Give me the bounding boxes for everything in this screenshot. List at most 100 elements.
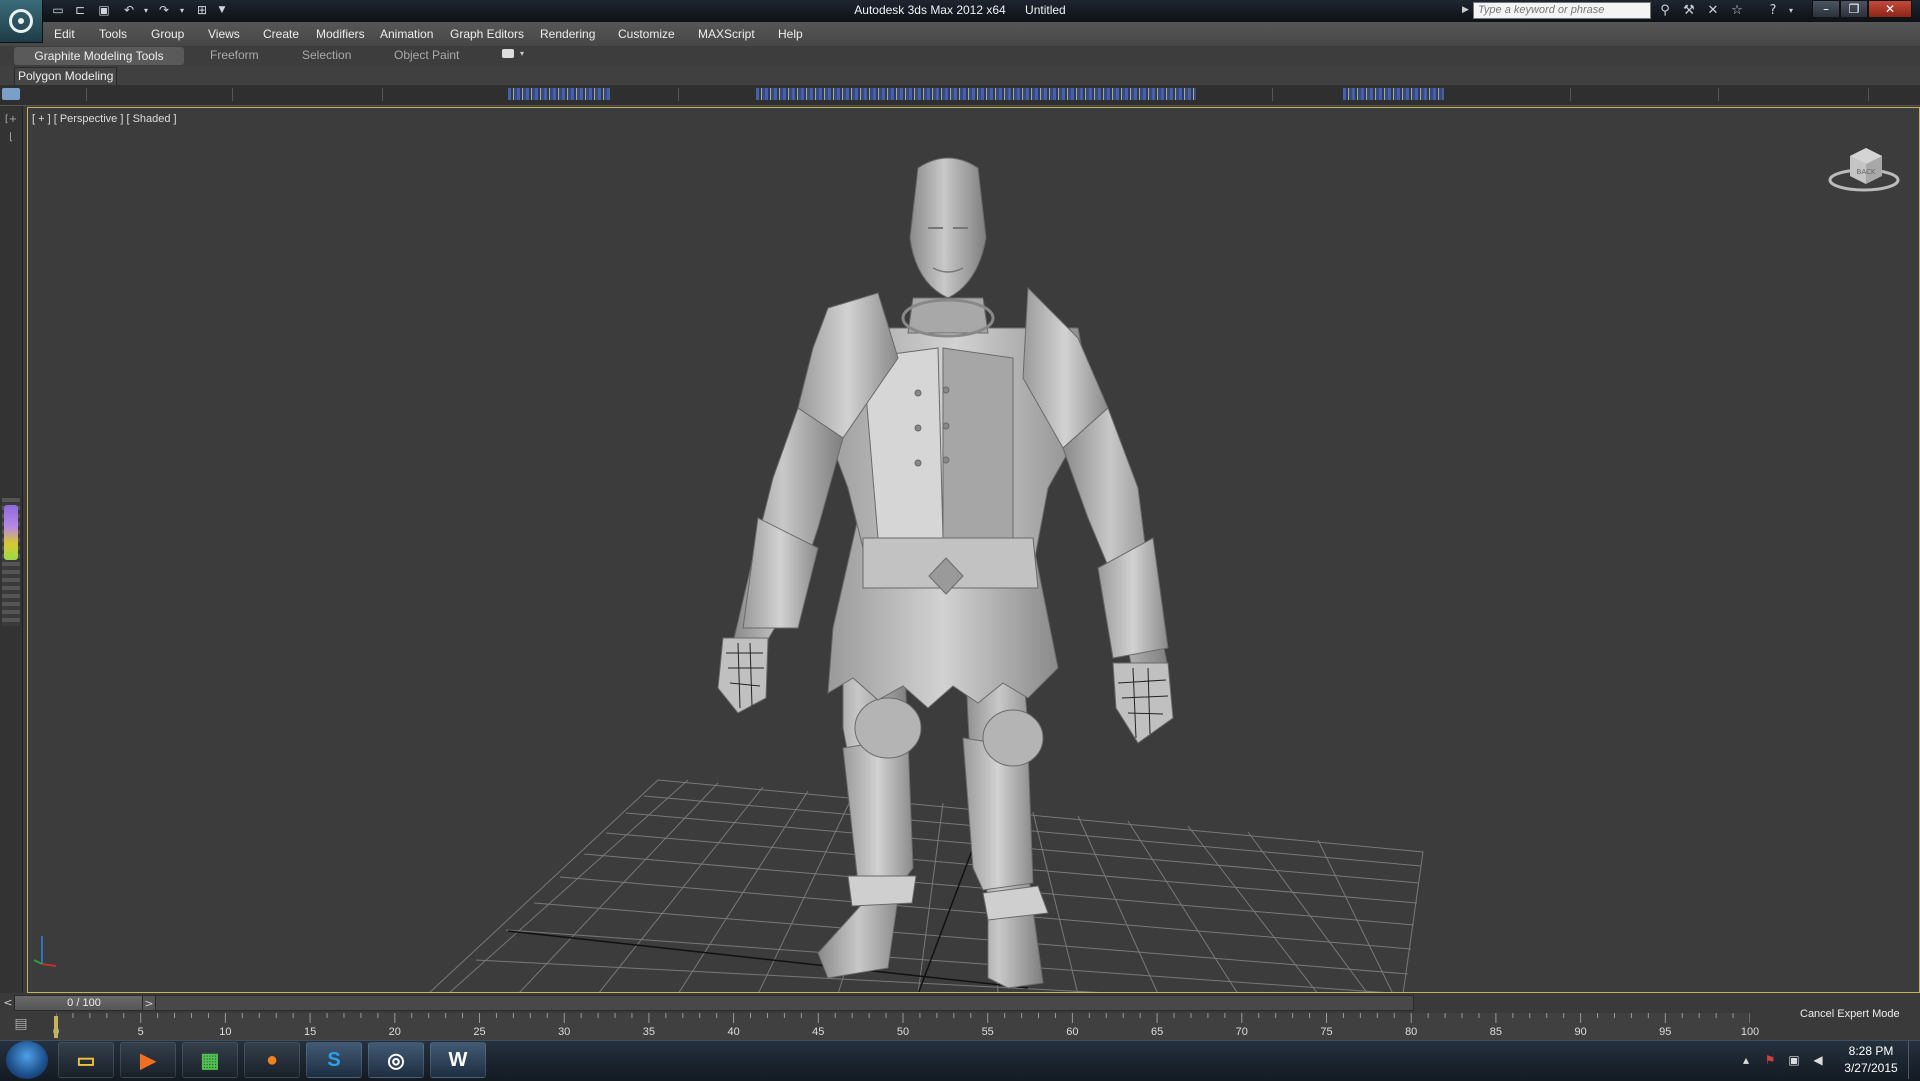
help-dropdown-icon[interactable]: ▾ bbox=[1782, 3, 1800, 19]
track-bar-tick-label: 55 bbox=[981, 1026, 994, 1038]
clock-date[interactable]: 3/27/2015 bbox=[1836, 1061, 1906, 1075]
toolbar-handle-icon[interactable] bbox=[2, 88, 20, 100]
track-bar-tick-label: 5 bbox=[137, 1026, 144, 1038]
action-center-flag-icon[interactable]: ⚑ bbox=[1762, 1052, 1778, 1068]
task-word-icon[interactable]: W bbox=[430, 1042, 486, 1078]
toolbar-divider bbox=[1718, 88, 1719, 101]
time-slider-thumb[interactable]: 0 / 100 bbox=[14, 995, 154, 1011]
3ds-max-logo-icon bbox=[9, 9, 33, 33]
network-icon[interactable]: ▣ bbox=[1786, 1052, 1802, 1068]
track-bar-tick-label: 20 bbox=[388, 1026, 401, 1038]
menu-maxscript[interactable]: MAXScript bbox=[698, 27, 755, 41]
time-slider-prev-button[interactable]: < bbox=[2, 995, 14, 1011]
task-media-player-icon[interactable]: ▶ bbox=[120, 1042, 176, 1078]
track-bar-tick-label: 65 bbox=[1150, 1026, 1164, 1038]
current-frame-marker[interactable] bbox=[54, 1016, 58, 1038]
viewport-menu-icon[interactable]: [+ bbox=[3, 114, 19, 128]
track-bar-tick-label: 50 bbox=[896, 1026, 910, 1038]
menu-views[interactable]: Views bbox=[208, 27, 240, 41]
toolbar-divider bbox=[1868, 88, 1869, 101]
menu-create[interactable]: Create bbox=[263, 27, 299, 41]
track-bar-tick-label: 60 bbox=[1066, 1026, 1079, 1038]
track-bar-tick-label: 10 bbox=[219, 1026, 232, 1038]
character-icon[interactable] bbox=[4, 505, 18, 560]
toolbar-button-group[interactable] bbox=[508, 88, 610, 100]
viewport-scene bbox=[429, 157, 1424, 992]
menu-graph-editors[interactable]: Graph Editors bbox=[450, 27, 524, 41]
app-title: Autodesk 3ds Max 2012 x64 bbox=[854, 3, 1006, 17]
track-bar-tick-label: 85 bbox=[1489, 1026, 1503, 1038]
viewport-label-menu[interactable]: [ + ] [ Perspective ] [ Shaded ] bbox=[32, 113, 177, 125]
task-3ds-max-icon[interactable]: ◎ bbox=[368, 1042, 424, 1078]
track-bar-tick-label: 15 bbox=[303, 1026, 317, 1038]
tab-graphite-modeling-tools[interactable]: Graphite Modeling Tools bbox=[14, 47, 184, 65]
favorites-star-icon[interactable]: ☆ bbox=[1728, 3, 1746, 19]
menu-modifiers[interactable]: Modifiers bbox=[316, 27, 365, 41]
track-bar-tick-label: 30 bbox=[558, 1026, 571, 1038]
menu-tools[interactable]: Tools bbox=[99, 27, 127, 41]
tab-freeform[interactable]: Freeform bbox=[210, 48, 259, 62]
track-bar-tick-label: 75 bbox=[1320, 1026, 1333, 1038]
menu-customize[interactable]: Customize bbox=[618, 27, 675, 41]
document-title: Untitled bbox=[1025, 3, 1066, 17]
toolbar-divider bbox=[86, 88, 87, 101]
track-bar-tick-label: 100 bbox=[1740, 1026, 1760, 1038]
ribbon-dropdown-icon[interactable]: ▾ bbox=[520, 49, 524, 58]
start-button[interactable] bbox=[6, 1041, 48, 1079]
polygon-modeling-panel[interactable]: Polygon Modeling bbox=[14, 67, 118, 86]
toolbar-divider bbox=[1272, 88, 1273, 101]
menu-animation[interactable]: Animation bbox=[380, 27, 433, 41]
task-firefox-icon[interactable]: ● bbox=[244, 1042, 300, 1078]
viewport-layout-icon[interactable]: ⌊ bbox=[3, 132, 19, 146]
task-skype-icon[interactable]: S bbox=[306, 1042, 362, 1078]
toolbar-divider bbox=[382, 88, 383, 101]
track-bar-tick-label: 95 bbox=[1659, 1026, 1672, 1038]
clock-time[interactable]: 8:28 PM bbox=[1836, 1044, 1906, 1058]
minimize-window-button[interactable]: – bbox=[1812, 0, 1840, 18]
binoculars-search-icon[interactable]: ⚲ bbox=[1656, 3, 1674, 19]
track-bar-tick-label: 40 bbox=[727, 1026, 740, 1038]
open-mini-curve-editor-icon[interactable]: ▤ bbox=[10, 1016, 32, 1036]
track-bar-tick-label: 35 bbox=[642, 1026, 656, 1038]
toolbar-button-group[interactable] bbox=[756, 88, 1196, 100]
show-desktop-button[interactable] bbox=[1908, 1041, 1920, 1079]
communication-center-icon[interactable]: ✕ bbox=[1704, 3, 1722, 19]
toolbar-divider bbox=[1570, 88, 1571, 101]
toolbar-button-group[interactable] bbox=[1343, 88, 1444, 100]
axis-tripod-icon bbox=[33, 936, 57, 967]
perspective-viewport[interactable] bbox=[27, 107, 1920, 993]
menu-edit[interactable]: Edit bbox=[54, 27, 75, 41]
track-bar-tick-label: 80 bbox=[1405, 1026, 1418, 1038]
toolbar-divider bbox=[678, 88, 679, 101]
infocenter-search-input[interactable]: Type a keyword or phrase bbox=[1473, 2, 1651, 19]
track-bar-tick-label: 25 bbox=[473, 1026, 486, 1038]
armored-character-model bbox=[717, 157, 1174, 989]
toolbar-divider bbox=[232, 88, 233, 101]
maximize-window-button[interactable]: ❐ bbox=[1840, 0, 1868, 18]
ribbon-tab-bar bbox=[0, 46, 1920, 66]
viewcube-face-label: BACK bbox=[1857, 168, 1876, 176]
search-expand-icon[interactable]: ▶ bbox=[1462, 5, 1469, 15]
ribbon-minimize-icon[interactable] bbox=[502, 49, 514, 58]
viewcube[interactable]: BACK bbox=[1826, 138, 1906, 198]
ribbon-panel bbox=[0, 66, 1920, 85]
tab-object-paint[interactable]: Object Paint bbox=[394, 48, 459, 62]
show-hidden-icons-icon[interactable]: ▴ bbox=[1738, 1052, 1754, 1068]
task-explorer-icon[interactable]: ▭ bbox=[58, 1042, 114, 1078]
cancel-expert-mode-button[interactable]: Cancel Expert Mode bbox=[1800, 1008, 1900, 1020]
subscription-center-icon[interactable]: ⚒ bbox=[1680, 3, 1698, 19]
close-window-button[interactable]: ✕ bbox=[1868, 0, 1912, 18]
time-slider-next-button[interactable]: > bbox=[142, 995, 156, 1011]
menu-rendering[interactable]: Rendering bbox=[540, 27, 595, 41]
time-slider-track[interactable] bbox=[14, 995, 1414, 1011]
task-manager-icon[interactable]: ▦ bbox=[182, 1042, 238, 1078]
track-bar-tick-label: 70 bbox=[1235, 1026, 1248, 1038]
menu-help[interactable]: Help bbox=[778, 27, 803, 41]
home-grid bbox=[429, 779, 1424, 992]
menu-group[interactable]: Group bbox=[151, 27, 184, 41]
volume-icon[interactable]: ◀ bbox=[1810, 1052, 1826, 1068]
application-menu-button[interactable] bbox=[0, 0, 43, 43]
track-bar-tick-label: 90 bbox=[1574, 1026, 1587, 1038]
tab-selection[interactable]: Selection bbox=[302, 48, 351, 62]
help-icon[interactable]: ? bbox=[1764, 3, 1782, 19]
